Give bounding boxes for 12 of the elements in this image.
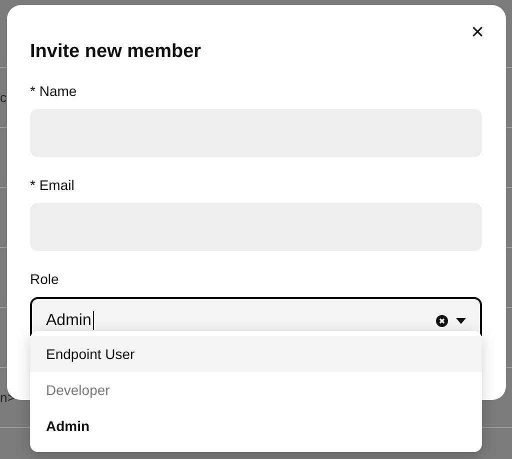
close-button[interactable]: × xyxy=(471,23,484,41)
dropdown-option[interactable]: Endpoint User xyxy=(30,336,482,372)
dialog-title: Invite new member xyxy=(30,41,202,63)
background-text: n> xyxy=(0,390,15,405)
text-cursor xyxy=(93,311,94,330)
field-label: Role xyxy=(30,271,60,287)
background-text: c xyxy=(0,90,6,105)
clear-icon[interactable] xyxy=(436,314,448,326)
field-label: * Name xyxy=(30,83,78,99)
dropdown-option[interactable]: Admin xyxy=(30,408,482,444)
field-label: * Email xyxy=(30,177,76,193)
dropdown-arrow-icon[interactable] xyxy=(456,318,466,324)
